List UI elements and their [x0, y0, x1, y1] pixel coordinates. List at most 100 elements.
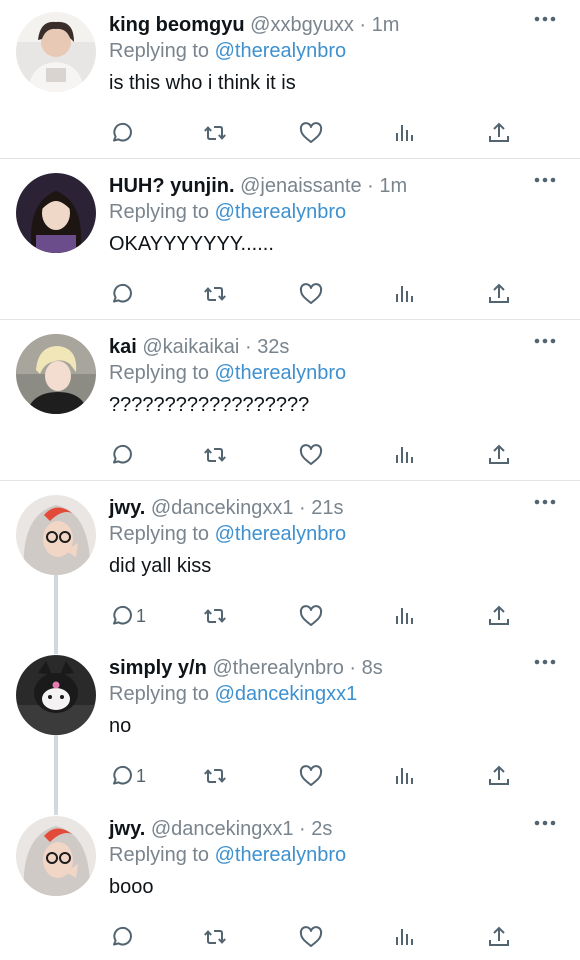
more-icon[interactable] [532, 655, 558, 669]
timestamp[interactable]: 1m [379, 175, 407, 197]
avatar[interactable] [16, 334, 96, 414]
retweet-icon [204, 609, 226, 623]
mention-link[interactable]: @therealynbro [215, 523, 346, 545]
display-name[interactable]: HUH? yunjin. [109, 175, 235, 197]
handle[interactable]: @xxbgyuxx [250, 14, 354, 36]
mention-link[interactable]: @therealynbro [215, 362, 346, 384]
tweet[interactable]: simply y/n @therealynbro · 8s Replying t… [0, 643, 580, 807]
retweet-button[interactable] [202, 763, 228, 789]
like-button[interactable] [298, 603, 324, 629]
views-button[interactable] [392, 763, 418, 789]
more-icon[interactable] [532, 334, 558, 348]
share-button[interactable] [486, 763, 512, 789]
tweet-header: HUH? yunjin. @jenaissante · 1m [109, 173, 520, 199]
handle[interactable]: @dancekingxx1 [151, 818, 294, 840]
share-icon [489, 926, 509, 946]
replying-to-label: Replying to [109, 844, 210, 866]
reply-button[interactable] [108, 442, 136, 468]
reply-button[interactable] [108, 120, 136, 146]
more-icon[interactable] [532, 495, 558, 509]
views-button[interactable] [392, 924, 418, 950]
action-bar: 1 [108, 603, 528, 629]
views-button[interactable] [392, 603, 418, 629]
handle[interactable]: @kaikaikai [142, 336, 239, 358]
views-icon [396, 125, 413, 141]
display-name[interactable]: simply y/n [109, 657, 207, 679]
avatar[interactable] [16, 816, 96, 896]
avatar[interactable] [16, 655, 96, 735]
like-button[interactable] [298, 281, 324, 307]
like-button[interactable] [298, 442, 324, 468]
reply-count: 1 [136, 765, 147, 786]
retweet-button[interactable] [202, 120, 228, 146]
display-name[interactable]: jwy. [109, 497, 145, 519]
mention-link[interactable]: @therealynbro [215, 201, 346, 223]
tweet[interactable]: jwy. @dancekingxx1 · 21s Replying to @th… [0, 483, 580, 646]
timestamp[interactable]: 2s [311, 818, 332, 840]
tweet[interactable]: jwy. @dancekingxx1 · 2s Replying to @the… [0, 804, 580, 960]
views-button[interactable] [392, 120, 418, 146]
share-button[interactable] [486, 120, 512, 146]
share-button[interactable] [486, 603, 512, 629]
tweet[interactable]: kai @kaikaikai · 32s Replying to @therea… [0, 322, 580, 482]
reply-button[interactable]: 1 [108, 603, 146, 629]
reply-button[interactable] [108, 924, 136, 950]
avatar[interactable] [16, 495, 96, 575]
display-name[interactable]: kai [109, 336, 137, 358]
retweet-button[interactable] [202, 442, 228, 468]
more-icon[interactable] [532, 12, 558, 26]
tweet-content: jwy. @dancekingxx1 · 2s Replying to @the… [109, 816, 520, 900]
tweet-text: is this who i think it is [109, 72, 296, 94]
share-icon [489, 283, 509, 303]
like-button[interactable] [298, 120, 324, 146]
tweet-text: booo [109, 876, 154, 898]
handle[interactable]: @dancekingxx1 [151, 497, 294, 519]
display-name[interactable]: jwy. [109, 818, 145, 840]
tweet[interactable]: king beomgyu @xxbgyuxx · 1m Replying to … [0, 0, 580, 160]
replying-to-label: Replying to [109, 523, 210, 545]
display-name[interactable]: king beomgyu [109, 14, 245, 36]
avatar[interactable] [16, 12, 96, 92]
views-icon [396, 929, 413, 945]
views-button[interactable] [392, 281, 418, 307]
mention-link[interactable]: @therealynbro [215, 844, 346, 866]
retweet-button[interactable] [202, 281, 228, 307]
timestamp[interactable]: 1m [372, 14, 400, 36]
replying-to-label: Replying to [109, 201, 210, 223]
share-icon [489, 122, 509, 142]
replying-to: Replying to @therealynbro [109, 521, 520, 547]
avatar[interactable] [16, 173, 96, 253]
tweet-header: simply y/n @therealynbro · 8s [109, 655, 520, 681]
timestamp[interactable]: 21s [311, 497, 343, 519]
reply-button[interactable]: 1 [108, 763, 146, 789]
handle[interactable]: @therealynbro [212, 657, 343, 679]
handle[interactable]: @jenaissante [240, 175, 361, 197]
retweet-button[interactable] [202, 603, 228, 629]
divider [0, 158, 580, 159]
share-icon [489, 605, 509, 625]
timestamp[interactable]: 8s [362, 657, 383, 679]
share-button[interactable] [486, 281, 512, 307]
like-button[interactable] [298, 763, 324, 789]
heart-icon [299, 283, 323, 304]
action-bar [108, 924, 528, 950]
more-icon[interactable] [532, 173, 558, 187]
tweet-content: jwy. @dancekingxx1 · 21s Replying to @th… [109, 495, 520, 579]
reply-icon [113, 765, 132, 785]
like-button[interactable] [298, 924, 324, 950]
mention-link[interactable]: @dancekingxx1 [215, 683, 358, 705]
reply-icon [113, 444, 132, 464]
reply-button[interactable] [108, 281, 136, 307]
views-icon [396, 608, 413, 624]
heart-icon [299, 926, 323, 947]
timestamp[interactable]: 32s [257, 336, 289, 358]
share-button[interactable] [486, 442, 512, 468]
share-button[interactable] [486, 924, 512, 950]
mention-link[interactable]: @therealynbro [215, 40, 346, 62]
views-button[interactable] [392, 442, 418, 468]
more-icon[interactable] [532, 816, 558, 830]
reply-icon [113, 122, 132, 142]
tweet[interactable]: HUH? yunjin. @jenaissante · 1m Replying … [0, 161, 580, 321]
reply-icon [113, 926, 132, 946]
retweet-button[interactable] [202, 924, 228, 950]
